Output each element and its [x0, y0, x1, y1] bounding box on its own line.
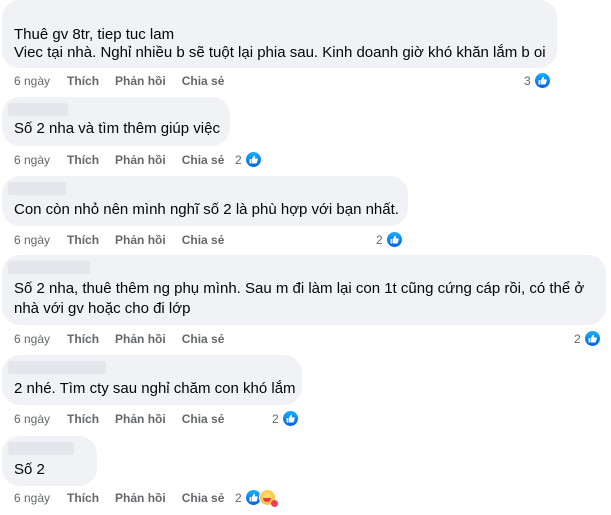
like-button[interactable]: Thích	[67, 233, 99, 247]
comment-bubble: 2 nhé. Tìm cty sau nghỉ chăm con khó lắm	[2, 355, 302, 405]
reaction-summary[interactable]: 2	[574, 330, 601, 347]
timestamp[interactable]: 6 ngày	[14, 74, 50, 88]
author-name-redacted	[8, 261, 90, 274]
reply-button[interactable]: Phản hồi	[115, 233, 166, 247]
comment-actions: 6 ngày Thích Phản hồi Chia sẻ	[14, 73, 240, 89]
like-icon	[281, 410, 299, 427]
timestamp[interactable]: 6 ngày	[14, 412, 50, 426]
reply-button[interactable]: Phản hồi	[115, 412, 166, 426]
reaction-summary[interactable]: 2	[235, 151, 262, 168]
timestamp[interactable]: 6 ngày	[14, 332, 50, 346]
like-button[interactable]: Thích	[67, 332, 99, 346]
author-name-redacted	[8, 103, 68, 116]
reply-button[interactable]: Phản hồi	[115, 491, 166, 505]
care-icon	[258, 489, 278, 507]
like-button[interactable]: Thích	[67, 412, 99, 426]
reaction-count: 2	[272, 411, 279, 426]
comment-text: Số 2 nha và tìm thêm giúp việc	[14, 120, 220, 137]
reaction-summary[interactable]: 3	[524, 72, 551, 89]
reaction-summary[interactable]: 2	[272, 410, 299, 427]
share-button[interactable]: Chia sẻ	[182, 332, 225, 346]
reaction-count: 2	[235, 490, 242, 505]
author-name-redacted	[8, 442, 74, 455]
author-name-redacted	[8, 182, 66, 195]
heart-icon	[270, 500, 278, 507]
reaction-summary[interactable]: 2	[376, 231, 403, 248]
comment-text: Viec tại nhà. Nghỉ nhiều b sẽ tuột lại p…	[14, 44, 546, 61]
share-button[interactable]: Chia sẻ	[182, 412, 225, 426]
comment-text: nhà với gv hoặc cho đi lớp	[14, 300, 191, 317]
reply-button[interactable]: Phản hồi	[115, 74, 166, 88]
reply-button[interactable]: Phản hồi	[115, 332, 166, 346]
reaction-count: 2	[376, 232, 383, 247]
like-icon	[385, 231, 403, 248]
comment-text: Số 2 nha, thuê thêm ng phụ mình. Sau m đ…	[14, 280, 585, 297]
comment-bubble: Số 2	[2, 436, 97, 486]
timestamp[interactable]: 6 ngày	[14, 233, 50, 247]
reaction-count: 2	[574, 331, 581, 346]
share-button[interactable]: Chia sẻ	[182, 74, 225, 88]
reaction-count: 3	[524, 73, 531, 88]
reaction-count: 2	[235, 152, 242, 167]
comment-bubble: Số 2 nha, thuê thêm ng phụ mình. Sau m đ…	[2, 255, 606, 325]
comment-actions: 6 ngày Thích Phản hồi Chia sẻ	[14, 331, 240, 347]
like-icon	[244, 151, 262, 168]
comment-text: Thuê gv 8tr, tiep tuc lam	[14, 26, 175, 43]
comment-bubble: Thuê gv 8tr, tiep tuc lam Viec tại nhà. …	[2, 0, 557, 68]
timestamp[interactable]: 6 ngày	[14, 491, 50, 505]
share-button[interactable]: Chia sẻ	[182, 233, 225, 247]
like-button[interactable]: Thích	[67, 491, 99, 505]
timestamp[interactable]: 6 ngày	[14, 153, 50, 167]
comment-text: Số 2	[14, 461, 45, 478]
like-button[interactable]: Thích	[67, 74, 99, 88]
comment-text: Con còn nhỏ nên mình nghĩ số 2 là phù hợ…	[14, 201, 399, 218]
comment-bubble: Số 2 nha và tìm thêm giúp việc	[2, 97, 230, 146]
reaction-summary[interactable]: 2	[235, 489, 278, 507]
comment-bubble: Con còn nhỏ nên mình nghĩ số 2 là phù hợ…	[2, 176, 408, 226]
comment-text: 2 nhé. Tìm cty sau nghỉ chăm con khó lắm	[14, 380, 296, 397]
share-button[interactable]: Chia sẻ	[182, 153, 225, 167]
comment-actions: 6 ngày Thích Phản hồi Chia sẻ	[14, 152, 240, 168]
comment-actions: 6 ngày Thích Phản hồi Chia sẻ	[14, 232, 240, 248]
like-icon	[583, 330, 601, 347]
comment-actions: 6 ngày Thích Phản hồi Chia sẻ	[14, 490, 240, 506]
reply-button[interactable]: Phản hồi	[115, 153, 166, 167]
author-name-redacted	[8, 361, 106, 374]
like-button[interactable]: Thích	[67, 153, 99, 167]
share-button[interactable]: Chia sẻ	[182, 491, 225, 505]
comment-actions: 6 ngày Thích Phản hồi Chia sẻ	[14, 411, 240, 427]
like-icon	[533, 72, 551, 89]
